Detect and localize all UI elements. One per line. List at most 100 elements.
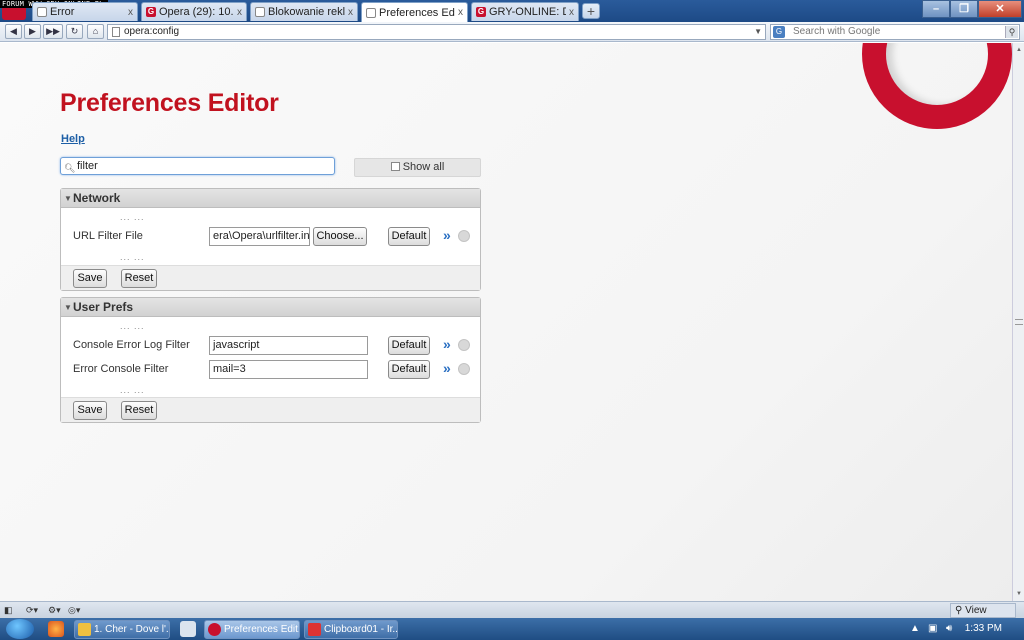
- forward-button[interactable]: ▶: [24, 24, 41, 39]
- tab-label: GRY-ONLINE: Dod...: [489, 6, 566, 18]
- console-error-log-filter-input[interactable]: javascript: [209, 336, 368, 355]
- section-user-prefs: ▼ User Prefs ... ... Console Error Log F…: [60, 297, 481, 423]
- pref-label-error-console-filter: Error Console Filter: [73, 363, 169, 375]
- expand-arrow-icon[interactable]: »: [443, 227, 451, 243]
- unite-icon[interactable]: ◎▾: [68, 604, 80, 617]
- page-icon: [112, 27, 120, 37]
- vertical-scrollbar[interactable]: ▲ ▼: [1012, 43, 1024, 601]
- save-button[interactable]: Save: [73, 401, 107, 420]
- taskbar-item-label: Preferences Edit...: [224, 624, 300, 635]
- restore-button[interactable]: ❐: [950, 0, 978, 18]
- scroll-up-icon[interactable]: ▲: [1014, 45, 1024, 55]
- tab-opera-forum[interactable]: G Opera (29): 10.51 ... x: [141, 2, 247, 21]
- close-icon[interactable]: x: [458, 7, 463, 18]
- section-network: ▼ Network ... ... URL Filter File era\Op…: [60, 188, 481, 291]
- tab-bar: FORUM WWW.GRY-ONLINE.PL Error x G Opera …: [0, 0, 1024, 22]
- chevron-down-icon[interactable]: ▼: [754, 25, 762, 39]
- help-link[interactable]: Help: [61, 133, 85, 145]
- choose-button[interactable]: Choose...: [313, 227, 367, 246]
- address-value: opera:config: [124, 26, 180, 37]
- section-title: Network: [73, 191, 121, 205]
- close-icon[interactable]: x: [569, 7, 574, 18]
- status-bar: ◧ ⟳▾ ⚙▾ ◎▾ ⚲ View (100%): [0, 601, 1024, 629]
- start-button[interactable]: [6, 619, 34, 639]
- document-icon[interactable]: [180, 621, 196, 637]
- minimize-button[interactable]: –: [922, 0, 950, 18]
- taskbar-item-opera[interactable]: Preferences Edit...: [204, 620, 300, 639]
- tray-expand-icon[interactable]: ▲: [910, 623, 920, 634]
- tab-preferences-editor[interactable]: Preferences Editor x: [361, 2, 468, 22]
- zoom-control[interactable]: ⚲ View (100%): [950, 603, 1016, 629]
- window-controls: – ❐ ✕: [922, 0, 1022, 18]
- tab-gry-online[interactable]: G GRY-ONLINE: Dod... x: [471, 2, 579, 21]
- scroll-down-icon[interactable]: ▼: [1014, 589, 1024, 599]
- close-icon[interactable]: x: [128, 7, 133, 18]
- document-icon: [37, 7, 47, 17]
- home-button[interactable]: ⌂: [87, 24, 104, 39]
- tab-blokowanie[interactable]: Blokowanie rekla.... x: [250, 2, 358, 21]
- reset-button[interactable]: Reset: [121, 401, 157, 420]
- panel-toggle-icon[interactable]: ◧: [4, 604, 13, 617]
- document-icon: [366, 7, 376, 18]
- section-title: User Prefs: [73, 300, 134, 314]
- expand-arrow-icon[interactable]: »: [443, 360, 451, 376]
- default-button[interactable]: Default: [388, 360, 430, 379]
- turbo-icon[interactable]: ⟳▾: [26, 604, 38, 617]
- collapse-triangle-icon[interactable]: ▼: [64, 298, 72, 317]
- reload-button[interactable]: ↻: [66, 24, 83, 39]
- system-tray: ▲ ▣ 🔊︎ 1:33 PM: [904, 618, 1024, 640]
- speed-dial-icon[interactable]: ⚙▾: [48, 604, 61, 617]
- opera-icon: [208, 623, 221, 636]
- back-button[interactable]: ◀: [5, 24, 22, 39]
- reset-button[interactable]: Reset: [121, 269, 157, 288]
- search-placeholder: Search with Google: [793, 26, 881, 37]
- collapse-triangle-icon[interactable]: ▼: [64, 189, 72, 208]
- taskbar-item-label: 1. Cher - Dove l'...: [94, 624, 170, 635]
- tab-label: Preferences Editor: [379, 6, 455, 19]
- section-header[interactable]: ▼ Network: [61, 189, 480, 208]
- search-icon[interactable]: ⚲: [1005, 26, 1018, 38]
- show-all-toggle[interactable]: Show all: [354, 158, 481, 177]
- search-icon: 🔍︎: [64, 163, 76, 173]
- tab-label: Error: [50, 6, 75, 18]
- show-all-label: Show all: [402, 161, 445, 173]
- firefox-icon[interactable]: [48, 621, 64, 637]
- network-icon[interactable]: ▣: [928, 623, 937, 634]
- search-field[interactable]: G Search with Google ⚲: [770, 24, 1020, 40]
- clock[interactable]: 1:33 PM: [965, 623, 1002, 634]
- status-dot-icon: [458, 363, 470, 375]
- close-window-button[interactable]: ✕: [978, 0, 1022, 18]
- fast-forward-button[interactable]: ▶▶: [43, 24, 63, 39]
- new-tab-button[interactable]: +: [582, 3, 600, 19]
- address-field[interactable]: opera:config ▼: [107, 24, 766, 40]
- ellipsis: ... ...: [120, 385, 145, 395]
- pref-label-url-filter-file: URL Filter File: [73, 230, 143, 242]
- show-all-checkbox[interactable]: [390, 162, 400, 171]
- save-button[interactable]: Save: [73, 269, 107, 288]
- default-button[interactable]: Default: [388, 336, 430, 355]
- taskbar-item-music[interactable]: 1. Cher - Dove l'...: [74, 620, 170, 639]
- irfanview-icon: [308, 623, 321, 636]
- zoom-icon: ⚲: [955, 605, 963, 616]
- close-icon[interactable]: x: [237, 7, 242, 18]
- error-console-filter-input[interactable]: mail=3: [209, 360, 368, 379]
- google-icon[interactable]: G: [773, 26, 785, 38]
- address-toolbar: ◀ ▶ ▶▶ ↻ ⌂ opera:config ▼ G Search with …: [0, 22, 1024, 42]
- default-button[interactable]: Default: [388, 227, 430, 246]
- expand-arrow-icon[interactable]: »: [443, 336, 451, 352]
- gry-online-icon: G: [146, 7, 156, 17]
- section-header[interactable]: ▼ User Prefs: [61, 298, 480, 317]
- page-title: Preferences Editor: [60, 89, 279, 117]
- page-content: Preferences Editor Help 🔍︎ filter Show a…: [0, 43, 1012, 601]
- scroll-grip[interactable]: [1015, 319, 1023, 325]
- tab-error[interactable]: Error x: [32, 2, 138, 21]
- taskbar: 1. Cher - Dove l'... Preferences Edit...…: [0, 618, 1024, 640]
- document-icon: [255, 7, 265, 17]
- url-filter-file-input[interactable]: era\Opera\urlfilter.ini': [209, 227, 310, 246]
- volume-icon[interactable]: 🔊︎: [946, 623, 952, 634]
- taskbar-item-irfanview[interactable]: Clipboard01 - Ir...: [304, 620, 398, 639]
- close-icon[interactable]: x: [348, 7, 353, 18]
- opera-menu-icon[interactable]: [2, 6, 26, 20]
- filter-input[interactable]: 🔍︎ filter: [60, 157, 335, 175]
- opera-logo-icon: [862, 43, 1012, 129]
